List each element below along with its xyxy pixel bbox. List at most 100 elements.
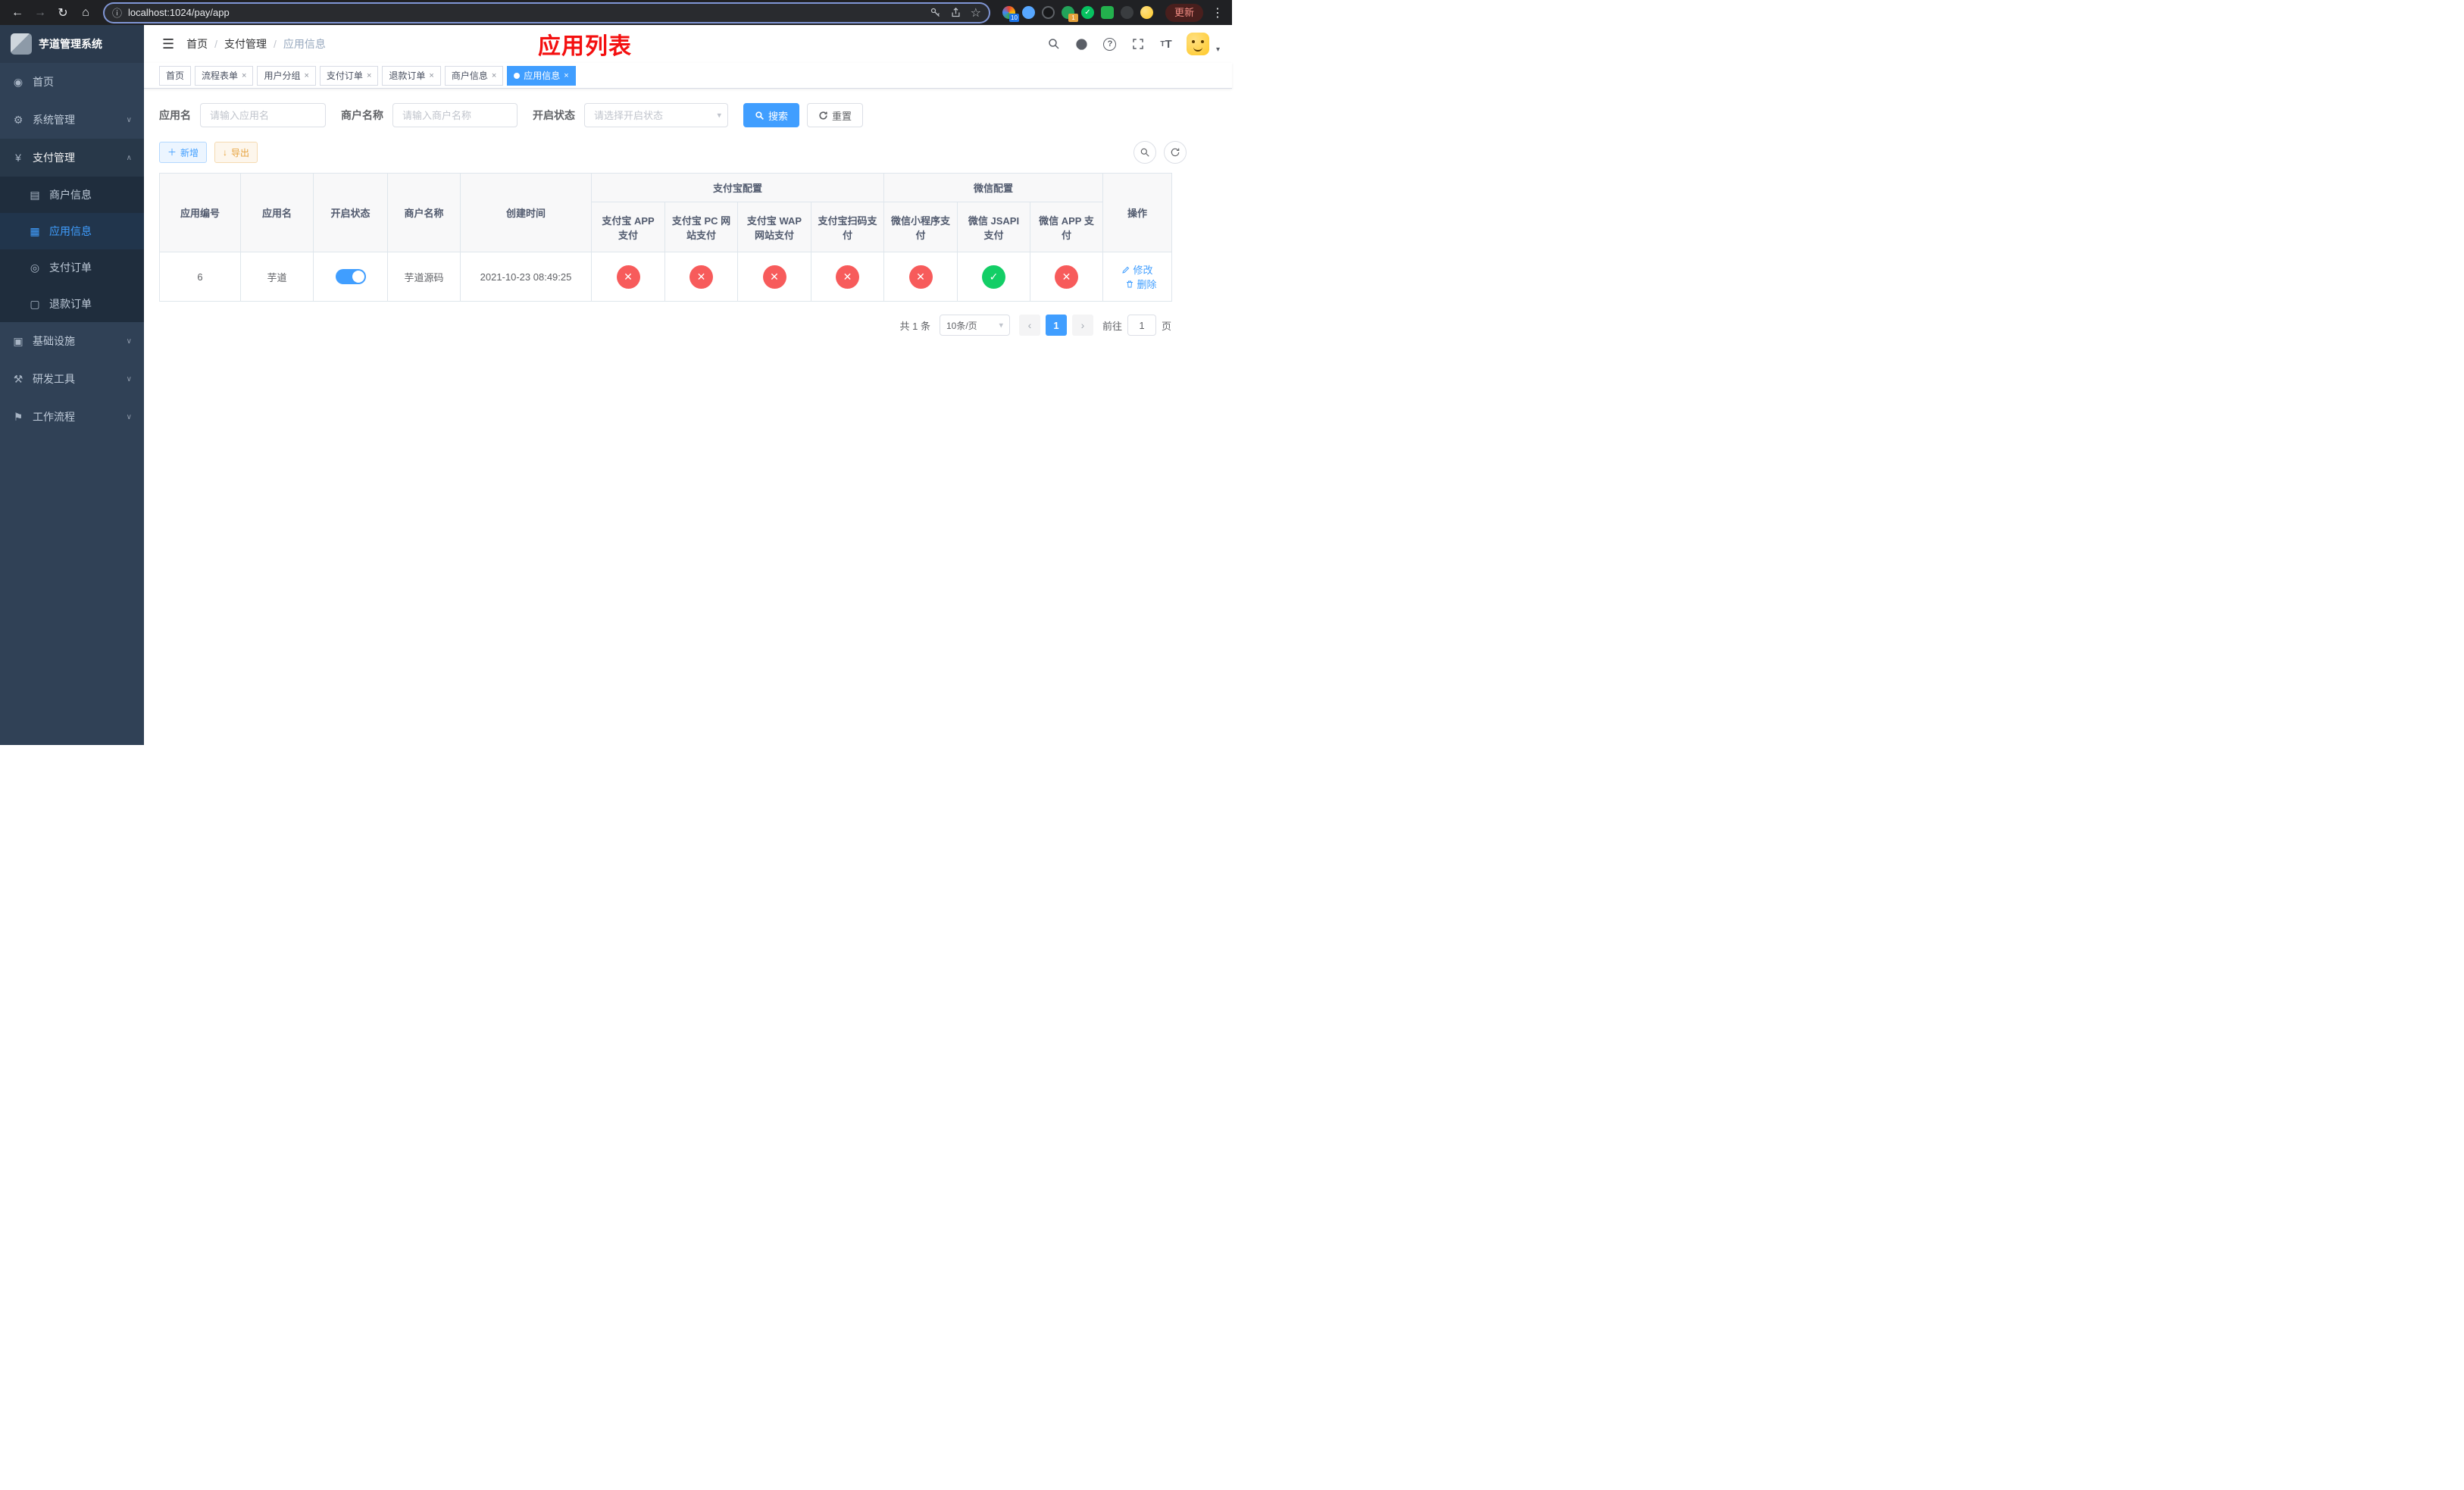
sidebar-item-pay-order[interactable]: ◎ 支付订单 — [0, 249, 144, 286]
payment-submenu: ▤ 商户信息 ▦ 应用信息 ◎ 支付订单 ▢ 退款订单 — [0, 177, 144, 322]
active-dot — [514, 72, 521, 79]
tab-refund-order[interactable]: 退款订单 × — [382, 65, 441, 86]
grid-icon: ▦ — [30, 224, 40, 237]
pagination: 共 1 条 ▾ ‹ 1 › 前往 页 — [159, 315, 1171, 336]
chevron-down-icon: ∨ — [126, 337, 132, 346]
yen-icon: ¥ — [15, 152, 21, 164]
site-info-icon[interactable]: ⓘ — [112, 5, 122, 20]
browser-update-button[interactable]: 更新 — [1165, 3, 1203, 22]
next-page-button[interactable]: › — [1071, 315, 1093, 336]
col-header-alipay-pc: 支付宝 PC 网站支付 — [664, 202, 738, 252]
delete-link[interactable]: 删除 — [1125, 277, 1157, 291]
tab-user-group[interactable]: 用户分组 × — [257, 65, 316, 86]
page-size-select[interactable]: ▾ — [939, 315, 1010, 336]
search-icon[interactable] — [1046, 36, 1062, 52]
reload-icon[interactable]: ↻ — [53, 3, 73, 23]
close-icon[interactable]: × — [492, 71, 496, 80]
app-name-input[interactable] — [200, 103, 326, 127]
extension-dark-icon[interactable] — [1041, 6, 1055, 19]
toggle-search-icon[interactable] — [1134, 141, 1156, 164]
address-bar[interactable]: ⓘ localhost:1024/pay/app ☆ — [105, 3, 989, 22]
server-icon: ▣ — [13, 334, 23, 347]
alipay-qr-status-icon: ✕ — [836, 265, 859, 289]
fullscreen-icon[interactable] — [1130, 36, 1146, 52]
export-button[interactable]: ↓ 导出 — [214, 142, 258, 163]
col-header-app-id: 应用编号 — [159, 173, 241, 252]
refresh-icon[interactable] — [1164, 141, 1187, 164]
extension-drop-icon[interactable] — [1021, 6, 1035, 19]
extension-green-badge-icon[interactable]: 1 — [1061, 6, 1078, 22]
extension-puzzle-icon[interactable] — [1120, 6, 1134, 19]
font-size-icon[interactable]: TT — [1159, 36, 1174, 52]
browser-menu-icon[interactable]: ⋮ — [1211, 5, 1224, 20]
tab-process-form[interactable]: 流程表单 × — [195, 65, 254, 86]
merchant-name-input[interactable] — [392, 103, 518, 127]
avatar[interactable] — [1186, 33, 1209, 55]
extension-face-icon[interactable] — [1140, 6, 1153, 19]
share-icon[interactable] — [950, 7, 962, 18]
col-header-created: 创建时间 — [460, 173, 592, 252]
goto-page-input[interactable] — [1127, 315, 1156, 336]
page-number-button[interactable]: 1 — [1045, 315, 1067, 336]
sidebar-item-infrastructure[interactable]: ▣ 基础设施 ∨ — [0, 322, 144, 360]
forward-icon[interactable]: → — [30, 3, 50, 23]
wx-jsapi-status-icon: ✓ — [982, 265, 1005, 289]
extension-square-icon[interactable] — [1100, 6, 1114, 19]
sidebar-item-merchant-info[interactable]: ▤ 商户信息 — [0, 177, 144, 213]
home-icon[interactable]: ⌂ — [76, 3, 95, 23]
tab-pay-order[interactable]: 支付订单 × — [319, 65, 379, 86]
page-title: 应用列表 — [538, 34, 632, 59]
col-header-wx-mini: 微信小程序支付 — [883, 202, 958, 252]
status-select[interactable]: ▾ — [584, 103, 728, 127]
password-key-icon[interactable] — [930, 7, 941, 18]
close-icon[interactable]: × — [304, 71, 308, 80]
row-enabled-toggle[interactable] — [335, 269, 366, 284]
chevron-up-icon: ∧ — [126, 153, 132, 162]
main-area: ☰ 首页 / 支付管理 / 应用信息 应用列表 ? TT ▾ 首页 流程表单 ×… — [144, 25, 1232, 745]
reset-button[interactable]: 重置 — [807, 103, 864, 127]
extension-check-icon[interactable]: ✓ — [1080, 6, 1094, 19]
sidebar-item-home[interactable]: ◉ 首页 — [0, 63, 144, 101]
breadcrumb-home[interactable]: 首页 — [186, 36, 208, 52]
extensions-area: 10 1 ✓ — [1002, 6, 1153, 22]
sidebar-item-app-info[interactable]: ▦ 应用信息 — [0, 213, 144, 249]
extension-pinned-icon[interactable]: 10 — [1002, 6, 1019, 22]
logo-avatar — [11, 33, 32, 55]
add-button[interactable]: ＋ 新增 — [159, 142, 208, 163]
tools-icon: ⚒ — [13, 372, 23, 385]
close-icon[interactable]: × — [564, 71, 568, 80]
download-icon: ↓ — [223, 147, 228, 158]
sidebar-item-system[interactable]: ⚙ 系统管理 ∨ — [0, 101, 144, 139]
tab-merchant-info[interactable]: 商户信息 × — [444, 65, 504, 86]
workflow-icon: ⚑ — [13, 410, 23, 423]
col-header-wx-jsapi: 微信 JSAPI 支付 — [957, 202, 1030, 252]
alipay-app-status-icon: ✕ — [616, 265, 640, 289]
tabs-bar: 首页 流程表单 × 用户分组 × 支付订单 × 退款订单 × 商户信息 × 应用… — [144, 63, 1232, 89]
close-icon[interactable]: × — [429, 71, 433, 80]
sidebar-item-payment[interactable]: ¥ 支付管理 ∧ — [0, 139, 144, 177]
app-name-label: 应用名 — [159, 109, 191, 121]
total-count: 共 1 条 — [899, 320, 930, 332]
col-header-alipay-wap: 支付宝 WAP 网站支付 — [737, 202, 811, 252]
sidebar-item-workflow[interactable]: ⚑ 工作流程 ∨ — [0, 398, 144, 436]
bookmark-star-icon[interactable]: ☆ — [971, 5, 981, 20]
user-menu-caret-icon[interactable]: ▾ — [1216, 45, 1220, 54]
cell-app-id: 6 — [159, 252, 241, 302]
back-icon[interactable]: ← — [8, 3, 27, 23]
search-button[interactable]: 搜索 — [743, 103, 800, 127]
breadcrumb-payment[interactable]: 支付管理 — [224, 36, 267, 52]
status-label: 开启状态 — [533, 109, 575, 121]
col-header-actions: 操作 — [1102, 173, 1172, 252]
help-icon[interactable]: ? — [1102, 36, 1118, 52]
close-icon[interactable]: × — [367, 71, 371, 80]
sidebar-item-refund-order[interactable]: ▢ 退款订单 — [0, 286, 144, 322]
tab-app-info[interactable]: 应用信息 × — [507, 65, 576, 86]
sidebar-item-dev-tools[interactable]: ⚒ 研发工具 ∨ — [0, 360, 144, 398]
prev-page-button[interactable]: ‹ — [1018, 315, 1040, 336]
github-icon[interactable] — [1074, 36, 1090, 52]
sidebar-collapse-icon[interactable]: ☰ — [156, 36, 180, 52]
edit-link[interactable]: 修改 — [1121, 262, 1153, 277]
cell-merchant: 芋道源码 — [387, 252, 461, 302]
tab-home[interactable]: 首页 — [159, 65, 192, 86]
close-icon[interactable]: × — [242, 71, 246, 80]
